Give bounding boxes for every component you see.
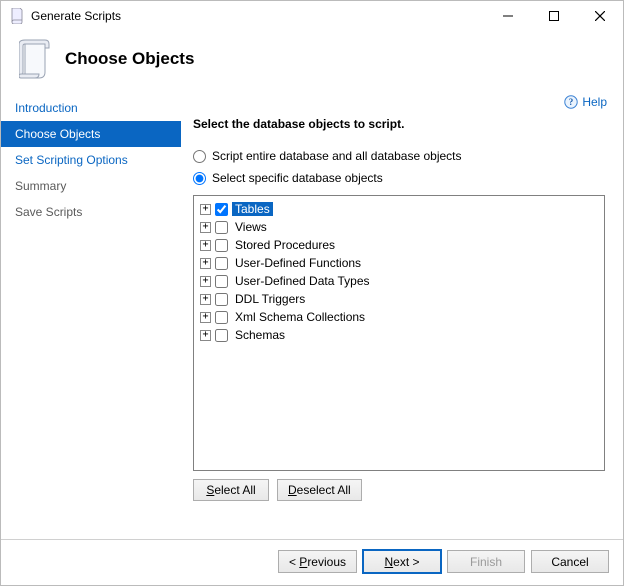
radio-script-entire[interactable]: Script entire database and all database … xyxy=(193,149,607,163)
expand-icon[interactable]: + xyxy=(200,276,211,287)
help-icon: ? xyxy=(564,95,578,109)
finish-button: Finish xyxy=(447,550,525,573)
content-area: ? Help Select the database objects to sc… xyxy=(181,93,623,539)
expand-icon[interactable]: + xyxy=(200,330,211,341)
expand-icon[interactable]: + xyxy=(200,294,211,305)
expand-icon[interactable]: + xyxy=(200,240,211,251)
dialog-footer: < Previous Next > Finish Cancel xyxy=(1,539,623,585)
tree-label-tables[interactable]: Tables xyxy=(232,202,273,216)
close-button[interactable] xyxy=(577,1,623,31)
minimize-button[interactable] xyxy=(485,1,531,31)
cancel-button[interactable]: Cancel xyxy=(531,550,609,573)
radio-specific-objects[interactable]: Select specific database objects xyxy=(193,171,607,185)
tree-node-udt[interactable]: + User-Defined Data Types xyxy=(198,272,600,290)
tree-label-xml-schema[interactable]: Xml Schema Collections xyxy=(232,310,368,324)
instruction-text: Select the database objects to script. xyxy=(193,117,607,131)
tree-label-udt[interactable]: User-Defined Data Types xyxy=(232,274,373,288)
tree-label-udf[interactable]: User-Defined Functions xyxy=(232,256,364,270)
tree-node-stored-procedures[interactable]: + Stored Procedures xyxy=(198,236,600,254)
help-row: ? Help xyxy=(189,93,607,115)
tree-node-xml-schema[interactable]: + Xml Schema Collections xyxy=(198,308,600,326)
checkbox-tables[interactable] xyxy=(215,203,228,216)
expand-icon[interactable]: + xyxy=(200,312,211,323)
checkbox-udf[interactable] xyxy=(215,257,228,270)
nav-choose-objects[interactable]: Choose Objects xyxy=(1,121,181,147)
radio-script-entire-label: Script entire database and all database … xyxy=(212,149,462,163)
tree-node-schemas[interactable]: + Schemas xyxy=(198,326,600,344)
nav-introduction[interactable]: Introduction xyxy=(1,95,181,121)
radio-specific-objects-label: Select specific database objects xyxy=(212,171,383,185)
checkbox-xml-schema[interactable] xyxy=(215,311,228,324)
help-label: Help xyxy=(582,95,607,109)
tree-label-schemas[interactable]: Schemas xyxy=(232,328,288,342)
tree-node-tables[interactable]: + Tables xyxy=(198,200,600,218)
tree-node-ddl-triggers[interactable]: + DDL Triggers xyxy=(198,290,600,308)
page-title: Choose Objects xyxy=(65,49,194,69)
checkbox-schemas[interactable] xyxy=(215,329,228,342)
scroll-icon xyxy=(17,37,57,81)
selection-buttons: Select All Deselect All xyxy=(193,479,607,501)
close-icon xyxy=(595,11,605,21)
next-button[interactable]: Next > xyxy=(363,550,441,573)
expand-icon[interactable]: + xyxy=(200,222,211,233)
checkbox-ddl-triggers[interactable] xyxy=(215,293,228,306)
checkbox-stored-procedures[interactable] xyxy=(215,239,228,252)
page-header: Choose Objects xyxy=(1,31,623,93)
checkbox-udt[interactable] xyxy=(215,275,228,288)
maximize-icon xyxy=(549,11,559,21)
select-all-button[interactable]: Select All xyxy=(193,479,269,501)
dialog-window: Generate Scripts Choose Objects xyxy=(0,0,624,586)
nav-summary[interactable]: Summary xyxy=(1,173,181,199)
svg-text:?: ? xyxy=(569,97,574,107)
radio-specific-objects-input[interactable] xyxy=(193,172,206,185)
minimize-icon xyxy=(503,11,513,21)
tree-node-udf[interactable]: + User-Defined Functions xyxy=(198,254,600,272)
dialog-body: Introduction Choose Objects Set Scriptin… xyxy=(1,93,623,539)
window-title: Generate Scripts xyxy=(31,9,485,23)
tree-label-ddl-triggers[interactable]: DDL Triggers xyxy=(232,292,308,306)
tree-label-views[interactable]: Views xyxy=(232,220,270,234)
object-tree[interactable]: + Tables + Views + Stored Procedures + xyxy=(193,195,605,471)
maximize-button[interactable] xyxy=(531,1,577,31)
previous-button[interactable]: < Previous xyxy=(278,550,357,573)
app-icon xyxy=(9,8,25,24)
window-controls xyxy=(485,1,623,31)
nav-set-scripting-options[interactable]: Set Scripting Options xyxy=(1,147,181,173)
wizard-nav: Introduction Choose Objects Set Scriptin… xyxy=(1,93,181,539)
radio-script-entire-input[interactable] xyxy=(193,150,206,163)
tree-node-views[interactable]: + Views xyxy=(198,218,600,236)
expand-icon[interactable]: + xyxy=(200,258,211,269)
help-link[interactable]: ? Help xyxy=(564,95,607,109)
tree-label-stored-procedures[interactable]: Stored Procedures xyxy=(232,238,338,252)
deselect-all-button[interactable]: Deselect All xyxy=(277,479,362,501)
nav-save-scripts[interactable]: Save Scripts xyxy=(1,199,181,225)
titlebar: Generate Scripts xyxy=(1,1,623,31)
checkbox-views[interactable] xyxy=(215,221,228,234)
expand-icon[interactable]: + xyxy=(200,204,211,215)
